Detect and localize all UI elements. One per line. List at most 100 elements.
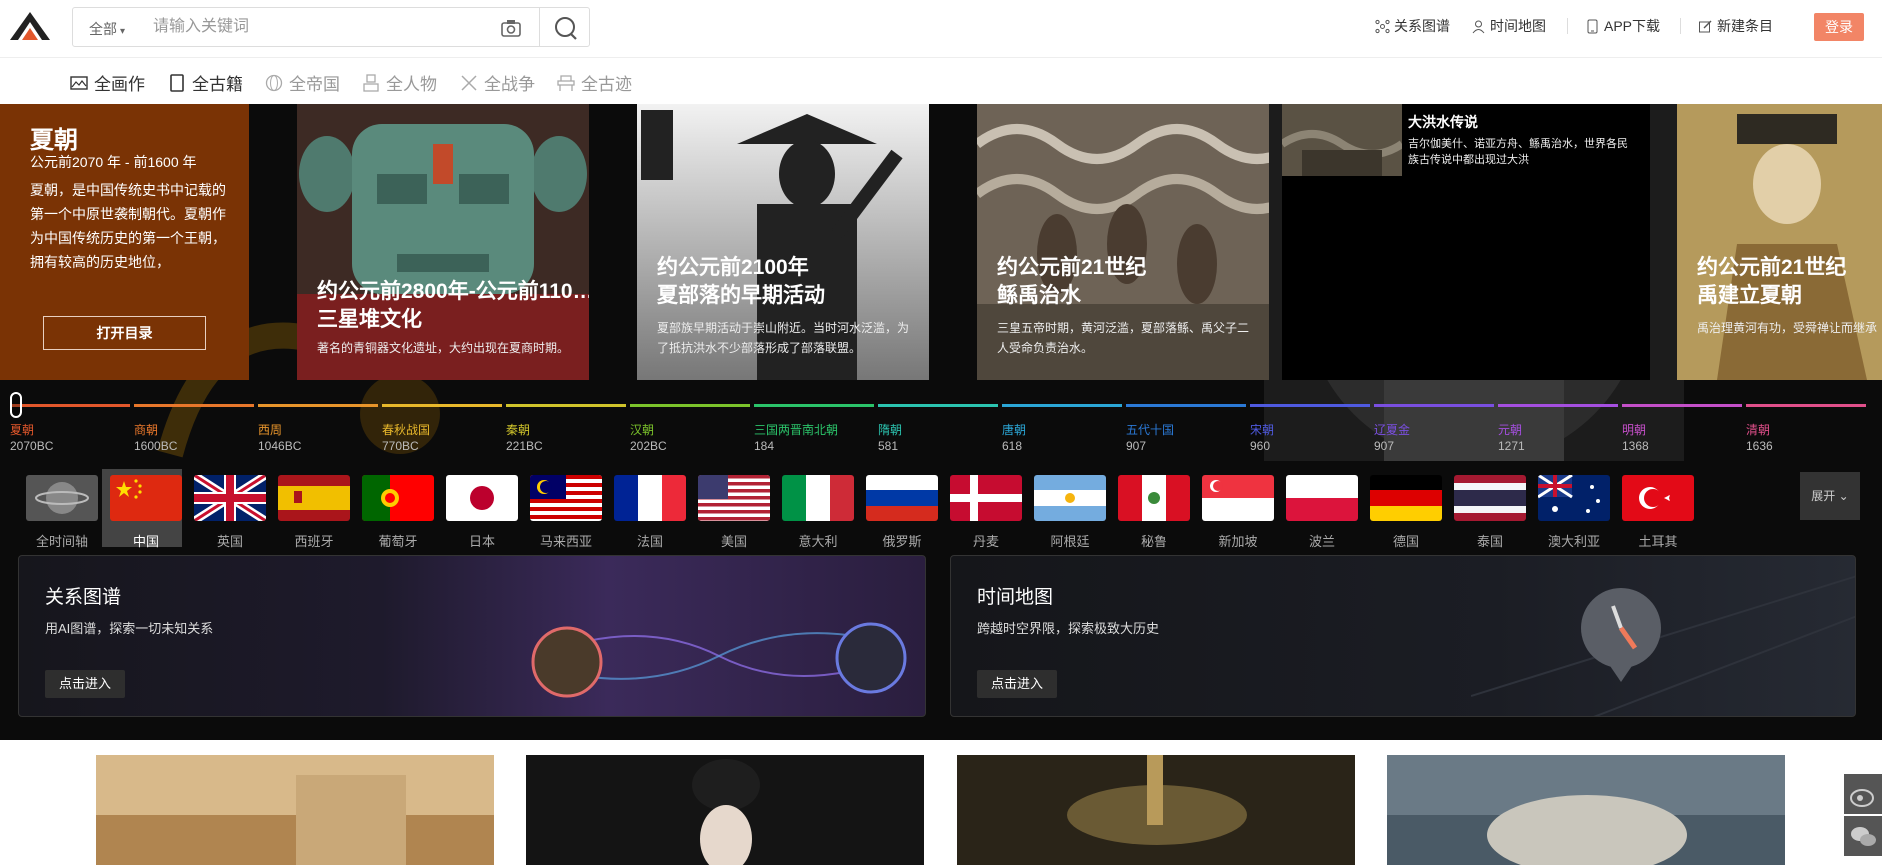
timeline-segment[interactable] <box>1374 404 1494 407</box>
timeline-dynasty[interactable]: 明朝 1368 <box>1622 422 1649 454</box>
timeline-dynasty[interactable]: 秦朝 221BC <box>506 422 543 454</box>
timeline-segment[interactable] <box>506 404 626 407</box>
flag-icon <box>1286 475 1358 521</box>
country-option[interactable]: 法国 <box>606 469 686 549</box>
dynasty-start-year: 184 <box>754 439 775 453</box>
top-bar: 全部▾ 关系图谱 时间地图 APP下载 新建条目 登录 <box>0 0 1882 58</box>
search-input[interactable] <box>153 12 553 42</box>
country-option[interactable]: 秘鲁 <box>1110 469 1190 549</box>
country-option[interactable]: 丹麦 <box>942 469 1022 549</box>
enter-time-map-button[interactable]: 点击进入 <box>977 670 1057 698</box>
timeline-dynasty[interactable]: 春秋战国 770BC <box>382 422 430 454</box>
expand-countries-button[interactable]: 展开 ⌄ <box>1800 472 1860 520</box>
dynasty-start-year: 1271 <box>1498 439 1525 453</box>
open-catalog-button[interactable]: 打开目录 <box>43 316 206 350</box>
country-name: 意大利 <box>798 534 838 549</box>
category-books[interactable]: 全古籍 <box>168 70 243 95</box>
category-empires[interactable]: 全帝国 <box>265 70 340 95</box>
featured-card[interactable] <box>96 755 494 865</box>
timeline-dynasty[interactable]: 元朝 1271 <box>1498 422 1525 454</box>
country-option[interactable]: 土耳其 <box>1614 469 1694 549</box>
country-option[interactable]: 俄罗斯 <box>858 469 938 549</box>
painting-icon <box>70 75 88 90</box>
enter-relation-graph-button[interactable]: 点击进入 <box>45 670 125 698</box>
category-bar: 全画作 全古籍 全帝国 全人物 全战争 全古迹 <box>0 58 1882 104</box>
country-option[interactable]: 全时间轴 <box>18 469 98 549</box>
timeline-segment[interactable] <box>754 404 874 407</box>
search-divider <box>539 8 540 46</box>
weibo-share-button[interactable] <box>1844 774 1882 814</box>
timeline-dynasty[interactable]: 五代十国 907 <box>1126 422 1174 454</box>
site-logo[interactable] <box>8 10 52 42</box>
country-option[interactable]: 澳大利亚 <box>1530 469 1610 549</box>
country-option[interactable]: 西班牙 <box>270 469 350 549</box>
wechat-share-button[interactable] <box>1844 816 1882 856</box>
timeline-dynasty[interactable]: 唐朝 618 <box>1002 422 1026 454</box>
timeline-dynasty[interactable]: 宋朝 960 <box>1250 422 1274 454</box>
login-button[interactable]: 登录 <box>1814 13 1864 41</box>
timeline-segment[interactable] <box>10 404 130 407</box>
category-paintings[interactable]: 全画作 <box>70 70 145 95</box>
time-map-panel[interactable]: 时间地图 跨越时空界限，探索极致大历史 点击进入 <box>950 555 1856 717</box>
feature-panels: 关系图谱 用AI图谱，探索一切未知关系 点击进入 时间地图 跨越时空界限，探索极… <box>0 553 1882 740</box>
timeline-dynasty[interactable]: 夏朝 2070BC <box>10 422 53 454</box>
timeline-segment[interactable] <box>1126 404 1246 407</box>
country-option[interactable]: 英国 <box>186 469 266 549</box>
timeline-segment[interactable] <box>382 404 502 407</box>
timeline-segment[interactable] <box>258 404 378 407</box>
country-option[interactable]: 阿根廷 <box>1026 469 1106 549</box>
category-people[interactable]: 全人物 <box>362 70 437 95</box>
event-card-gun-yu[interactable]: 约公元前21世纪 鲧禹治水 三皇五帝时期，黄河泛滥，夏部落鲧、禹父子二人受命负责… <box>977 104 1269 380</box>
edit-icon <box>1699 20 1712 32</box>
camera-icon[interactable] <box>497 16 525 40</box>
relation-graph-panel[interactable]: 关系图谱 用AI图谱，探索一切未知关系 点击进入 <box>18 555 926 717</box>
flood-title: 大洪水传说 <box>1408 114 1478 130</box>
country-option[interactable]: 美国 <box>690 469 770 549</box>
dynasty-name: 五代十国 <box>1126 423 1175 437</box>
nav-app-download[interactable]: APP下载 <box>1585 16 1660 36</box>
timeline-dynasty[interactable]: 三国两晋南北朝 184 <box>754 422 838 454</box>
flag-icon <box>1538 475 1610 521</box>
country-option[interactable]: 日本 <box>438 469 518 549</box>
timeline-segment[interactable] <box>1622 404 1742 407</box>
category-sites[interactable]: 全古迹 <box>557 70 632 95</box>
timeline-segment[interactable] <box>1002 404 1122 407</box>
country-option[interactable]: 波兰 <box>1278 469 1358 549</box>
nav-time-map[interactable]: 时间地图 <box>1471 16 1546 36</box>
timeline-dynasty[interactable]: 清朝 1636 <box>1746 422 1773 454</box>
event-card-yu-founds-xia[interactable]: 约公元前21世纪 禹建立夏朝 禹治理黄河有功，受舜禅让而继承帝位，国号“夏”。夏… <box>1677 104 1882 380</box>
timeline-dynasty[interactable]: 辽夏金 907 <box>1374 422 1410 454</box>
timeline-dynasty[interactable]: 汉朝 202BC <box>630 422 667 454</box>
event-card-sanxingdui[interactable]: 约公元前2800年-公元前110… 三星堆文化 著名的青铜器文化遗址，大约出现在… <box>297 104 589 380</box>
timeline-dynasty[interactable]: 隋朝 581 <box>878 422 902 454</box>
category-label: 全画作 <box>94 75 145 94</box>
timeline-segment[interactable] <box>878 404 998 407</box>
timeline-segment[interactable] <box>134 404 254 407</box>
search-scope-select[interactable]: 全部 ▾ <box>89 19 125 39</box>
flag-icon <box>1118 475 1190 521</box>
featured-card[interactable] <box>526 755 924 865</box>
country-option[interactable]: 马来西亚 <box>522 469 602 549</box>
event-card-flood-legend[interactable]: 大洪水传说 吉尔伽美什、诺亚方舟、鲧禹治水，世界各民族古传说中都出现过大洪 <box>1282 104 1650 380</box>
search-icon[interactable] <box>551 14 581 42</box>
nav-new-entry[interactable]: 新建条目 <box>1698 16 1773 36</box>
country-name: 全时间轴 <box>35 534 88 549</box>
timeline-segment[interactable] <box>1746 404 1866 407</box>
event-card-xia-tribe[interactable]: 约公元前2100年 夏部落的早期活动 夏部族早期活动于崇山附近。当时河水泛滥，为… <box>637 104 929 380</box>
country-option[interactable]: 葡萄牙 <box>354 469 434 549</box>
timeline-segment[interactable] <box>1250 404 1370 407</box>
timeline-segment[interactable] <box>1498 404 1618 407</box>
timeline-dynasty[interactable]: 商朝 1600BC <box>134 422 177 454</box>
featured-card[interactable] <box>957 755 1355 865</box>
featured-card[interactable] <box>1387 755 1785 865</box>
timeline-segment[interactable] <box>630 404 750 407</box>
country-option[interactable]: 中国 <box>102 469 182 549</box>
country-option[interactable]: 泰国 <box>1446 469 1526 549</box>
category-wars[interactable]: 全战争 <box>460 70 535 95</box>
country-option[interactable]: 新加坡 <box>1194 469 1274 549</box>
timeline-slider-handle[interactable] <box>10 392 22 418</box>
country-option[interactable]: 意大利 <box>774 469 854 549</box>
country-option[interactable]: 德国 <box>1362 469 1442 549</box>
nav-relation-graph[interactable]: 关系图谱 <box>1375 16 1450 36</box>
timeline-dynasty[interactable]: 西周 1046BC <box>258 422 301 454</box>
